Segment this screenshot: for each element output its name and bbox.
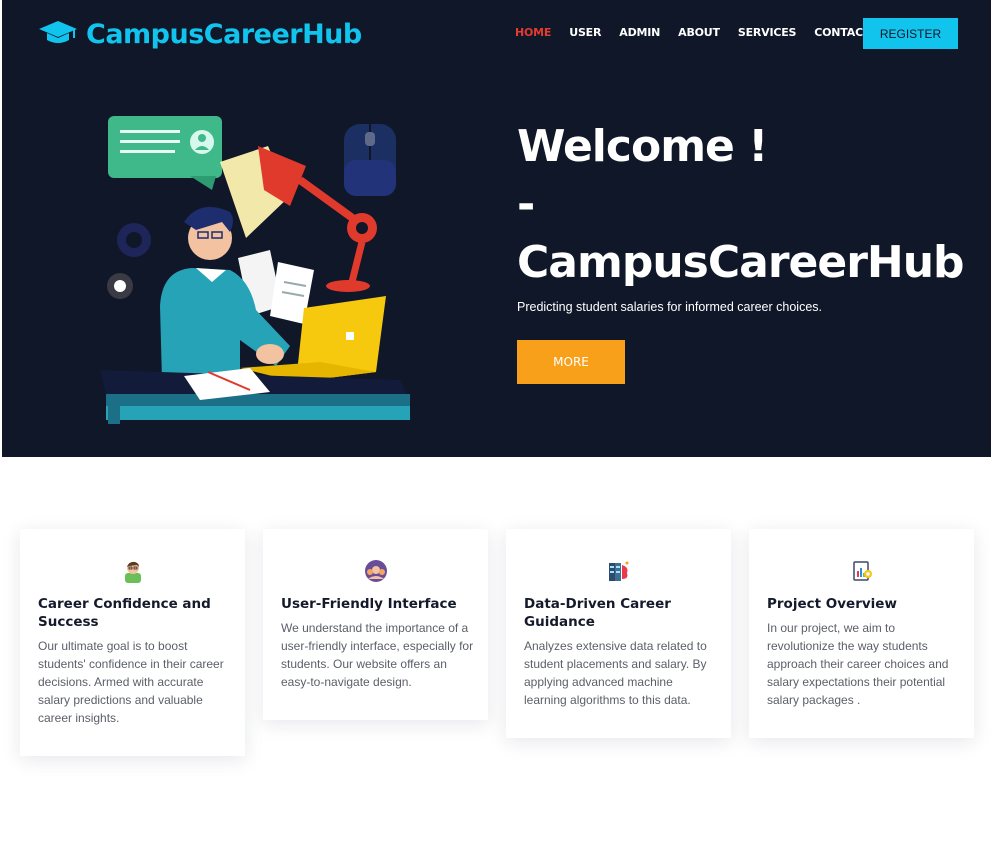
- nav-services[interactable]: SERVICES: [738, 26, 797, 39]
- card-text: We understand the importance of a user-f…: [281, 621, 474, 689]
- card-title: Data-Driven Career Guidance: [524, 596, 671, 630]
- more-button[interactable]: MORE: [517, 340, 625, 384]
- project-report-icon: [850, 559, 874, 583]
- hero-title-line3: CampusCareerHub: [517, 237, 965, 288]
- card-title: Project Overview: [767, 596, 897, 612]
- feature-card-user-friendly: User-Friendly Interface We understand th…: [263, 529, 488, 720]
- graduation-cap-icon: [38, 19, 78, 50]
- feature-card-career-confidence: Career Confidence and Success Our ultima…: [20, 529, 245, 756]
- nav-home[interactable]: HOME: [515, 26, 551, 39]
- hero-subtitle: Predicting student salaries for informed…: [517, 300, 823, 314]
- card-text: Our ultimate goal is to boost students' …: [38, 639, 224, 725]
- hero-title-line2: -: [517, 179, 535, 230]
- nav-about[interactable]: ABOUT: [678, 26, 720, 39]
- data-server-icon: [607, 559, 631, 583]
- hero-title-line1: Welcome !: [517, 121, 768, 172]
- hero-section: CampusCareerHub HOME USER ADMIN ABOUT SE…: [2, 0, 991, 457]
- student-avatar-icon: [121, 559, 145, 583]
- nav-user[interactable]: USER: [569, 26, 601, 39]
- card-text: In our project, we aim to revolutionize …: [767, 621, 949, 707]
- user-group-icon: [364, 559, 388, 583]
- card-title: Career Confidence and Success: [38, 596, 211, 630]
- nav-contact[interactable]: CONTACT: [814, 26, 870, 39]
- main-nav: HOME USER ADMIN ABOUT SERVICES CONTACT: [515, 26, 870, 39]
- brand-logo[interactable]: CampusCareerHub: [38, 14, 362, 54]
- feature-card-project-overview: Project Overview In our project, we aim …: [749, 529, 974, 738]
- brand-name: CampusCareerHub: [86, 18, 362, 50]
- register-button[interactable]: REGISTER: [863, 18, 958, 49]
- feature-card-data-driven: Data-Driven Career Guidance Analyzes ext…: [506, 529, 731, 738]
- card-title: User-Friendly Interface: [281, 596, 457, 612]
- nav-admin[interactable]: ADMIN: [619, 26, 660, 39]
- hero-title: Welcome ! - CampusCareerHub: [517, 118, 977, 292]
- card-text: Analyzes extensive data related to stude…: [524, 639, 707, 707]
- student-working-at-laptop-illustration: [100, 110, 415, 425]
